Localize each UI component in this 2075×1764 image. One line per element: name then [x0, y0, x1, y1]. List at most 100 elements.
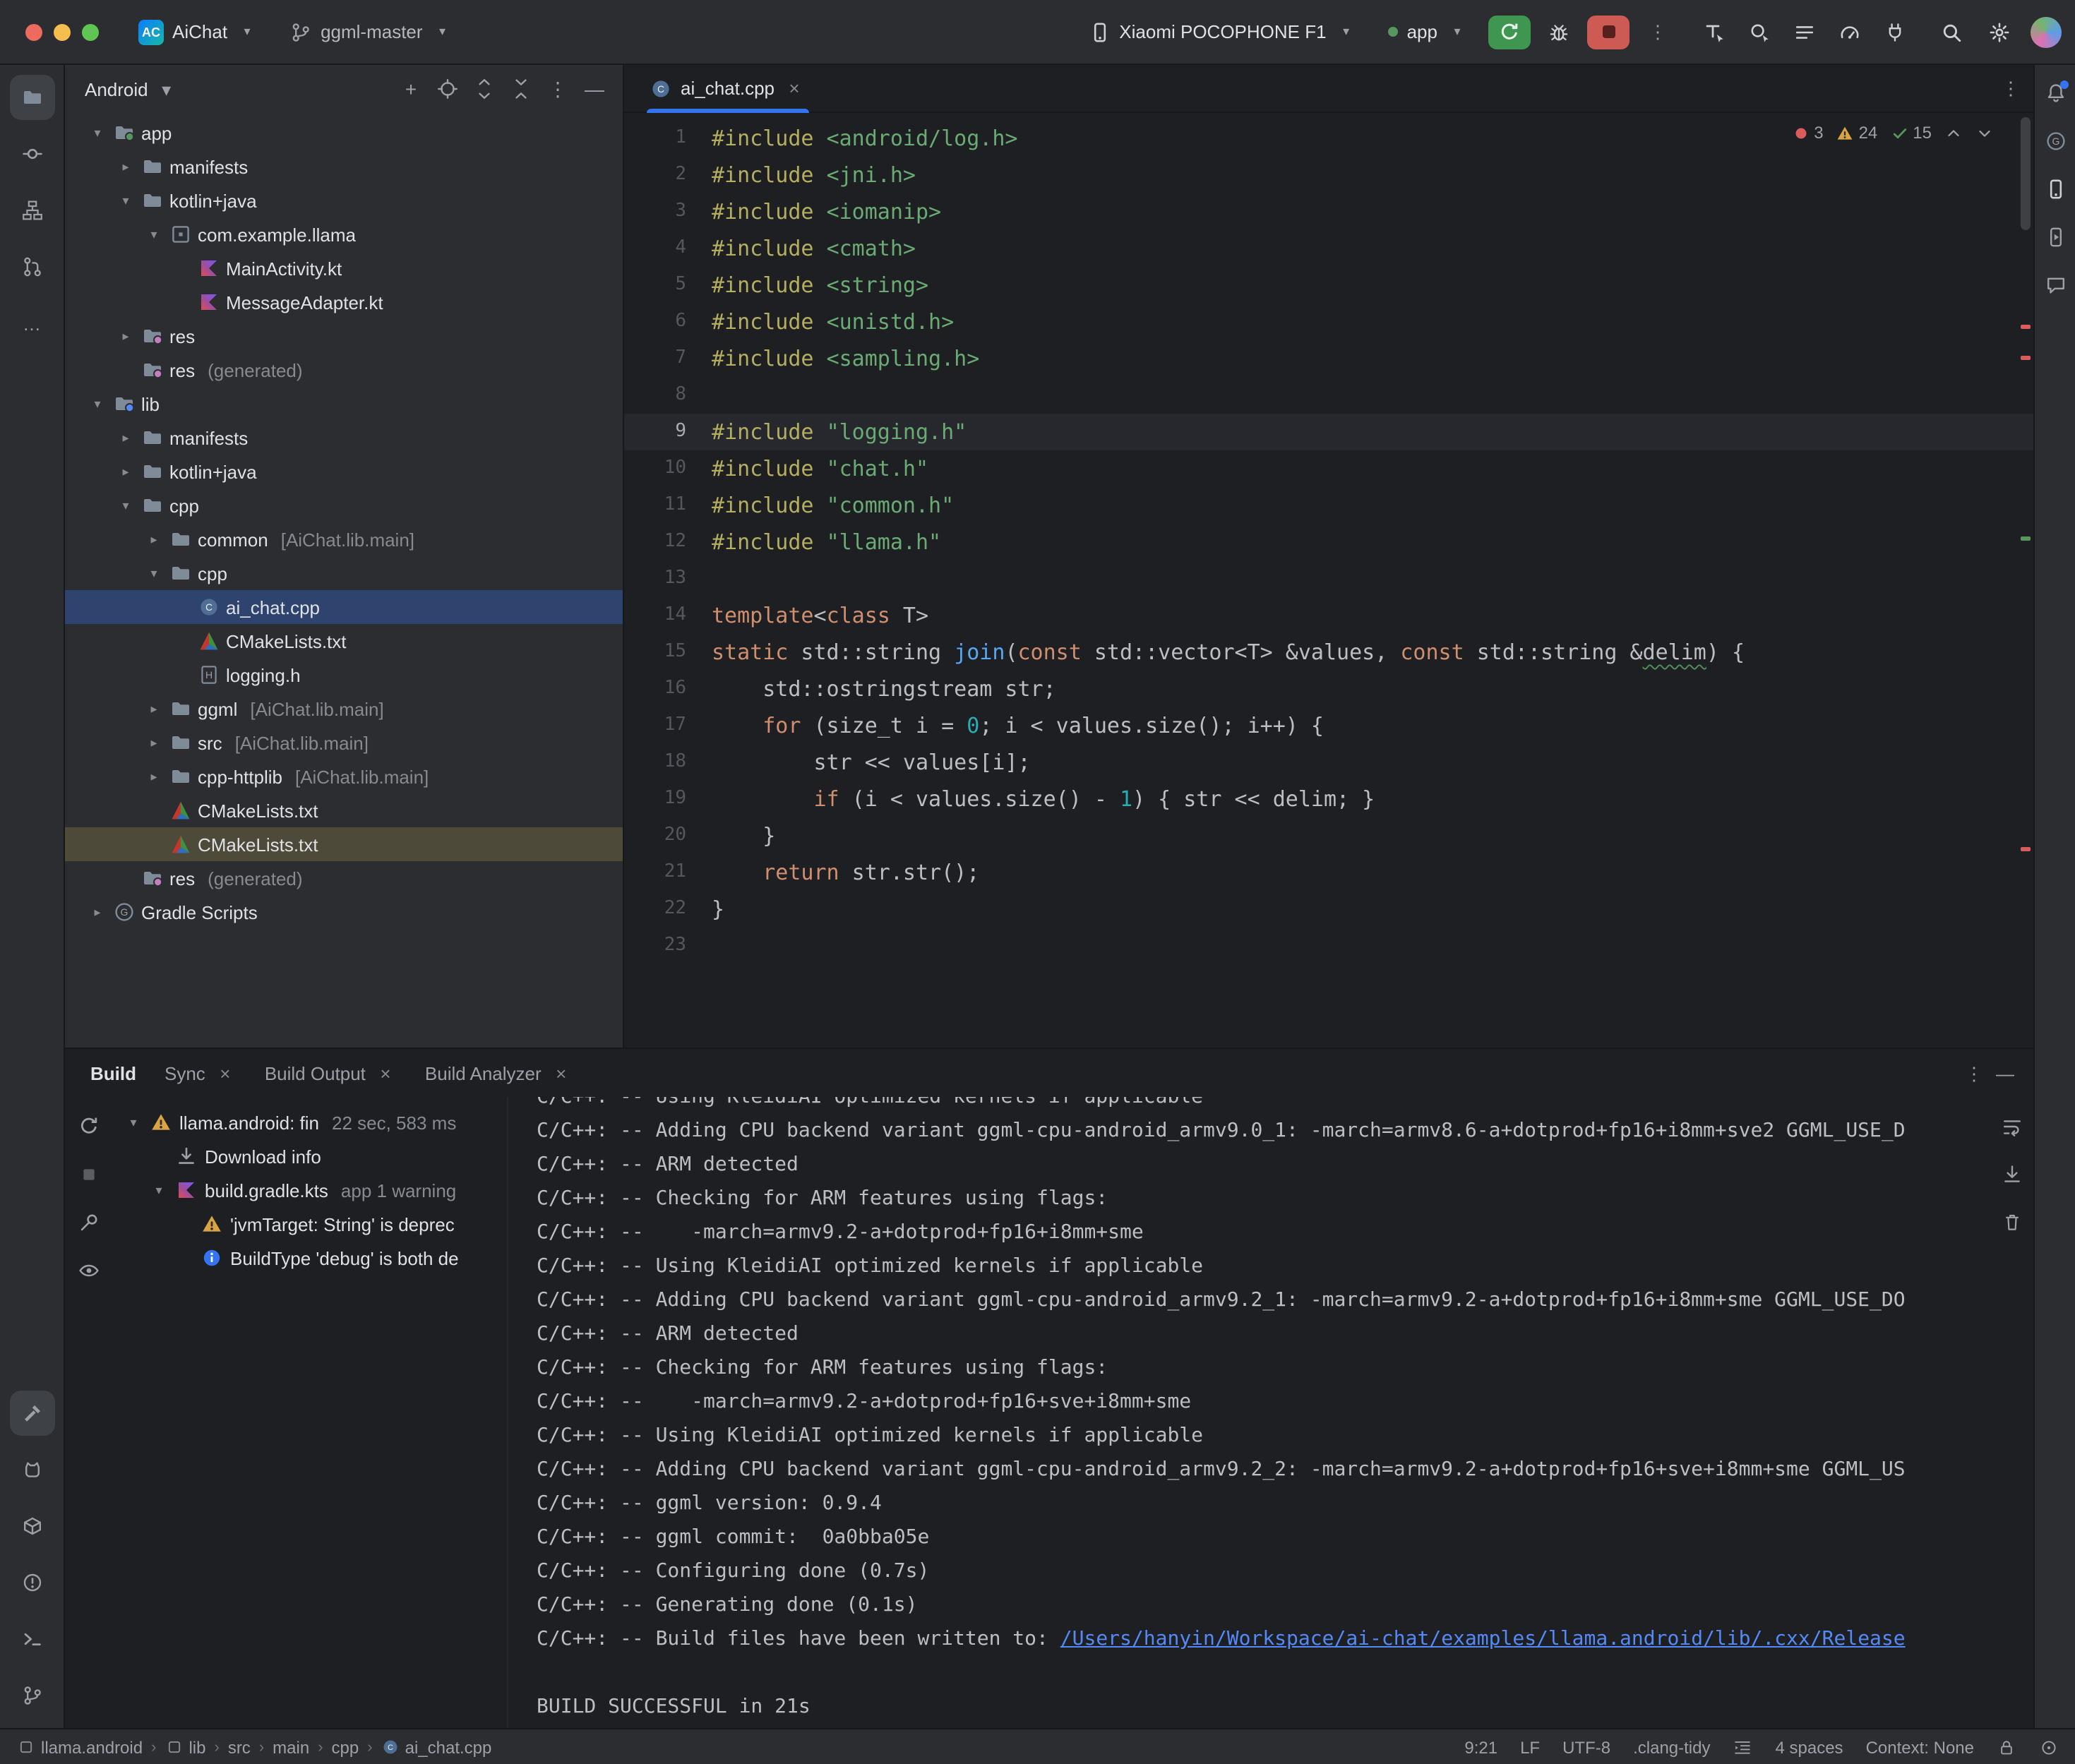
- tree-expander[interactable]: ▾: [88, 392, 107, 415]
- status-inspection-highlights[interactable]: [2039, 1737, 2059, 1757]
- build-tree-item-buildtype-debug-is-both-de[interactable]: BuildType 'debug' is both de: [113, 1241, 507, 1275]
- next-problem-icon[interactable]: [1975, 124, 1994, 142]
- tab-options-icon[interactable]: ⋮: [1999, 77, 2022, 100]
- code-line-7[interactable]: 7#include <sampling.h>: [624, 340, 2033, 377]
- settings-button[interactable]: [1980, 12, 2019, 52]
- project-tree-item-cmakelists-txt[interactable]: CMakeLists.txt: [65, 827, 623, 861]
- project-tree-item-kotlin-java[interactable]: ▾kotlin+java: [65, 184, 623, 217]
- code-line-23[interactable]: 23: [624, 928, 2033, 964]
- status-lock[interactable]: [1997, 1737, 2016, 1757]
- code-line-6[interactable]: 6#include <unistd.h>: [624, 304, 2033, 340]
- locate-file-button[interactable]: [431, 72, 465, 106]
- breadcrumb-item-ai-chat-cpp[interactable]: Cai_chat.cpp: [381, 1737, 492, 1757]
- build-tree-item-download-info[interactable]: Download info: [113, 1139, 507, 1173]
- debug-button[interactable]: [1539, 12, 1579, 52]
- project-selector[interactable]: AC AiChat ▾: [127, 13, 270, 50]
- run-button[interactable]: [1488, 15, 1531, 49]
- analysis-mark[interactable]: [2021, 325, 2031, 329]
- project-tree-item-res[interactable]: ▸res: [65, 319, 623, 353]
- project-tree-item-cmakelists-txt[interactable]: CMakeLists.txt: [65, 624, 623, 658]
- search-everywhere-button[interactable]: [1932, 12, 1971, 52]
- device-selector[interactable]: Xiaomi POCOPHONE F1 ▾: [1077, 15, 1368, 49]
- profiler-button[interactable]: [1830, 12, 1870, 52]
- status-indent-size[interactable]: 4 spaces: [1776, 1737, 1843, 1757]
- options-button[interactable]: ⋮: [541, 72, 575, 106]
- project-tree-item-logging-h[interactable]: Hlogging.h: [65, 658, 623, 692]
- build-tab-sync[interactable]: Sync×: [153, 1057, 248, 1088]
- code-line-20[interactable]: 20 }: [624, 817, 2033, 854]
- tool-window-button-terminal[interactable]: [9, 1616, 54, 1662]
- code-line-15[interactable]: 15static std::string join(const std::vec…: [624, 634, 2033, 671]
- project-tree-item-cmakelists-txt[interactable]: CMakeLists.txt: [65, 793, 623, 827]
- code-line-22[interactable]: 22}: [624, 891, 2033, 928]
- user-avatar[interactable]: [2031, 16, 2062, 47]
- run-configuration-selector[interactable]: app ▾: [1377, 15, 1480, 49]
- tool-window-button-device-manager[interactable]: [2037, 171, 2074, 208]
- tree-expander[interactable]: ▸: [88, 901, 107, 923]
- code-line-3[interactable]: 3#include <iomanip>: [624, 193, 2033, 230]
- tool-window-button-more-tool-windows[interactable]: …: [9, 301, 54, 346]
- clear-all-button[interactable]: [1997, 1207, 2028, 1238]
- tree-expander[interactable]: ▾: [116, 494, 136, 517]
- project-tree-item-manifests[interactable]: ▸manifests: [65, 421, 623, 455]
- error-count[interactable]: 3: [1791, 123, 1823, 143]
- hide-build-window-icon[interactable]: —: [1994, 1062, 2016, 1084]
- project-tree-item-common[interactable]: ▸common[AiChat.lib.main]: [65, 522, 623, 556]
- breadcrumb-item-src[interactable]: src: [228, 1737, 251, 1757]
- status-context[interactable]: Context: None: [1866, 1737, 1974, 1757]
- project-tree-item-lib[interactable]: ▾lib: [65, 387, 623, 421]
- build-console[interactable]: C/C++: -- Using KleidiAI optimized kerne…: [508, 1097, 1991, 1728]
- tool-window-button-pull-requests[interactable]: [9, 244, 54, 289]
- editor-scrollbar[interactable]: [2016, 113, 2033, 1048]
- project-tree-item-app[interactable]: ▾app: [65, 116, 623, 150]
- code-line-10[interactable]: 10#include "chat.h": [624, 450, 2033, 487]
- editor-tab[interactable]: C ai_chat.cpp ×: [635, 64, 820, 112]
- tree-expander[interactable]: ▸: [116, 460, 136, 483]
- code-line-16[interactable]: 16 std::ostringstream str;: [624, 671, 2033, 707]
- build-options-icon[interactable]: ⋮: [1963, 1062, 1985, 1084]
- code-line-9[interactable]: 9#include "logging.h": [624, 414, 2033, 450]
- expand-all-button[interactable]: [467, 72, 501, 106]
- status-clang-tidy[interactable]: .clang-tidy: [1633, 1737, 1710, 1757]
- tree-expander[interactable]: ▾: [150, 1179, 168, 1201]
- branch-selector[interactable]: ggml-master ▾: [278, 15, 465, 49]
- project-tree-item-cpp[interactable]: ▾cpp: [65, 556, 623, 590]
- project-tree-item-ai-chat-cpp[interactable]: Cai_chat.cpp: [65, 590, 623, 624]
- project-tree-item-manifests[interactable]: ▸manifests: [65, 150, 623, 184]
- code-line-11[interactable]: 11#include "common.h": [624, 487, 2033, 524]
- inspections-widget[interactable]: 3 24 15: [1791, 123, 1994, 143]
- analysis-mark[interactable]: [2021, 536, 2031, 541]
- tool-window-button-gradle[interactable]: G: [2037, 123, 2074, 160]
- passed-count[interactable]: 15: [1890, 123, 1932, 143]
- tool-window-button-resource-manager[interactable]: [9, 1504, 54, 1549]
- tool-window-button-logcat[interactable]: [9, 1447, 54, 1492]
- code-line-14[interactable]: 14template<class T>: [624, 597, 2033, 634]
- project-tree-item-ggml[interactable]: ▸ggml[AiChat.lib.main]: [65, 692, 623, 726]
- tree-expander[interactable]: ▸: [116, 155, 136, 178]
- device-explorer-button[interactable]: [1875, 12, 1915, 52]
- tool-window-button-build[interactable]: [9, 1391, 54, 1436]
- project-view-selector[interactable]: Android ▾: [85, 78, 178, 100]
- build-tree-item-build-gradle-kts[interactable]: ▾build.gradle.ktsapp 1 warning: [113, 1173, 507, 1207]
- layout-inspector-button[interactable]: [1694, 12, 1734, 52]
- analysis-mark[interactable]: [2021, 847, 2031, 851]
- console-link[interactable]: /Users/hanyin/Workspace/ai-chat/examples…: [1060, 1628, 1906, 1650]
- breadcrumb-item-lib[interactable]: lib: [165, 1737, 205, 1757]
- tree-expander[interactable]: ▾: [116, 189, 136, 212]
- logcat-button[interactable]: [1785, 12, 1824, 52]
- project-tree-item-cpp-httplib[interactable]: ▸cpp-httplib[AiChat.lib.main]: [65, 760, 623, 793]
- status-encoding[interactable]: UTF-8: [1562, 1737, 1610, 1757]
- tree-expander[interactable]: ▸: [116, 426, 136, 449]
- tool-window-button-project[interactable]: [9, 75, 54, 120]
- status-caret-position[interactable]: 9:21: [1464, 1737, 1497, 1757]
- tree-expander[interactable]: ▾: [124, 1111, 143, 1134]
- tree-expander[interactable]: ▾: [144, 562, 164, 584]
- breadcrumb-item-main[interactable]: main: [273, 1737, 309, 1757]
- rerun-build-button[interactable]: [73, 1111, 104, 1142]
- tree-expander[interactable]: ▾: [144, 223, 164, 246]
- project-tree-item-src[interactable]: ▸src[AiChat.lib.main]: [65, 726, 623, 760]
- status-indent-style[interactable]: [1733, 1737, 1753, 1757]
- code-editor-area[interactable]: 1#include <android/log.h>2#include <jni.…: [624, 113, 2033, 1048]
- code-line-21[interactable]: 21 return str.str();: [624, 854, 2033, 891]
- build-tree-item-jvmtarget-string-is-deprec[interactable]: 'jvmTarget: String' is deprec: [113, 1207, 507, 1241]
